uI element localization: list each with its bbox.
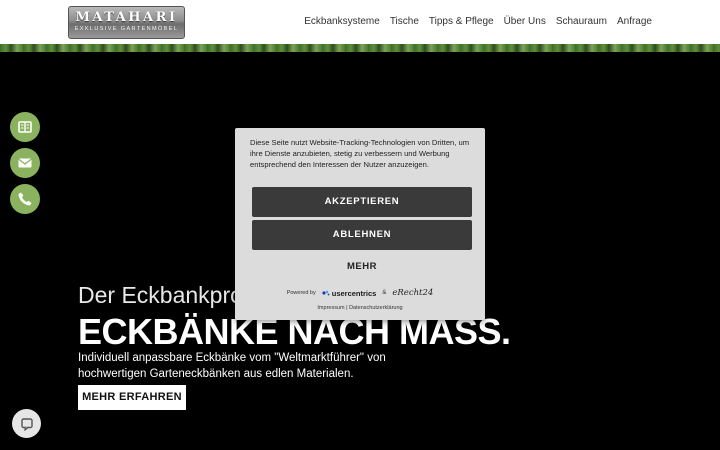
usercentrics-label: usercentrics [331,288,377,298]
nav-item-tische[interactable]: Tische [390,16,419,27]
cookie-consent-dialog: Diese Seite nutzt Website-Tracking-Techn… [235,128,485,320]
phone-icon [18,192,32,206]
phone-button[interactable] [10,184,40,214]
more-button[interactable]: MEHR [252,261,472,272]
accept-button[interactable]: AKZEPTIEREN [252,187,472,217]
nav-item-ueber-uns[interactable]: Über Uns [504,16,546,27]
chat-icon [20,417,33,431]
erecht24-logo[interactable]: eRecht24 [392,288,433,298]
more-info-button[interactable]: MEHR ERFAHREN [78,385,186,410]
logo[interactable]: MATAHARI EXKLUSIVE GARTENMÖBEL [68,6,185,39]
hero-description: Individuell anpassbare Eckbänke vom "Wel… [78,352,386,380]
legal-links[interactable]: Impressum | Datenschutzerklärung [235,305,485,311]
powered-by-label: Powered by [286,290,316,296]
hero-image-strip [0,44,720,52]
nav-item-anfrage[interactable]: Anfrage [617,16,652,27]
decline-button[interactable]: ABLEHNEN [252,220,472,250]
hero-subtitle: Der Eckbankprofi [78,282,255,308]
site-header: MATAHARI EXKLUSIVE GARTENMÖBEL Eckbanksy… [0,0,720,44]
usercentrics-logo[interactable]: usercentrics [322,288,377,298]
ampersand: & [382,290,387,296]
logo-title: MATAHARI [75,10,178,25]
nav-item-eckbanksysteme[interactable]: Eckbanksysteme [304,16,380,27]
usercentrics-icon [322,290,330,296]
powered-by-row: Powered by usercentrics & eRecht24 [235,288,485,298]
logo-subtitle: EXKLUSIVE GARTENMÖBEL [74,26,179,32]
nav-item-schauraum[interactable]: Schauraum [556,16,607,27]
chat-button[interactable] [12,409,41,438]
main-nav: Eckbanksysteme Tische Tipps & Pflege Übe… [304,16,652,27]
mail-icon [18,158,32,168]
consent-text: Diese Seite nutzt Website-Tracking-Techn… [250,138,470,169]
catalog-button[interactable] [10,112,40,142]
book-icon [18,121,32,133]
email-button[interactable] [10,148,40,178]
nav-item-tipps-pflege[interactable]: Tipps & Pflege [429,16,494,27]
